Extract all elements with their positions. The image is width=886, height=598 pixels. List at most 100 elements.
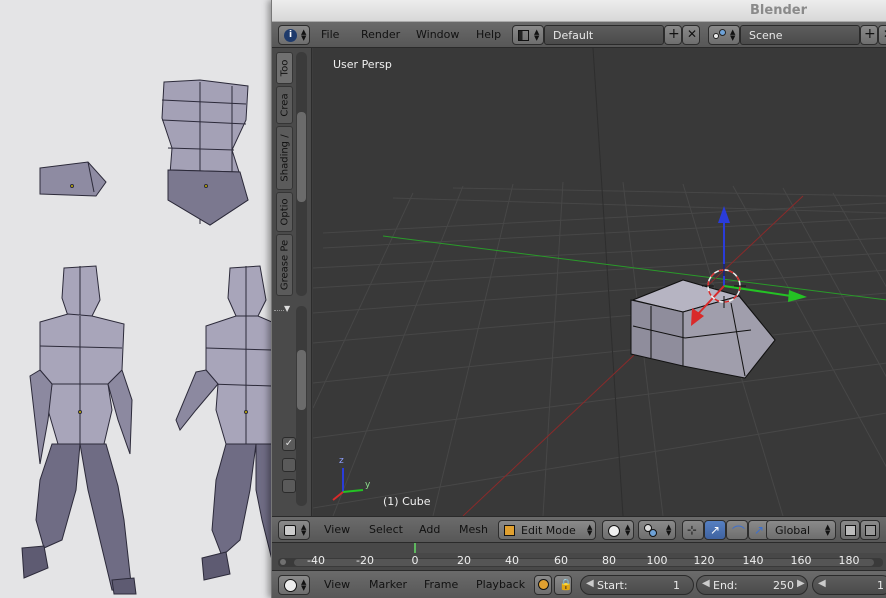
y-axis-line <box>382 235 886 301</box>
timeline-tick: 20 <box>457 554 471 567</box>
timeline-scroll-thumb[interactable] <box>294 559 874 566</box>
lock-icon: 🔒 <box>559 578 573 591</box>
3d-view-icon <box>284 525 296 536</box>
scroll-handle-left[interactable] <box>280 559 286 565</box>
scene-selector[interactable]: ▲ ▼ <box>708 25 740 45</box>
updown-arrows-icon: ▲ ▼ <box>301 523 307 537</box>
menu-select[interactable]: Select <box>369 523 403 536</box>
cube-icon <box>865 525 876 536</box>
decrement-icon: ◀ <box>586 578 594 589</box>
cube-mesh <box>630 279 776 379</box>
screen-layout-selector[interactable]: ▲ ▼ <box>512 25 544 45</box>
tab-tools[interactable]: Too <box>276 52 293 84</box>
viewport-scene <box>313 48 886 516</box>
updown-arrows-icon: ▲ ▼ <box>534 28 540 42</box>
timeline-tick: 180 <box>838 554 860 567</box>
end-label: End: <box>713 579 738 592</box>
keyframe-icon <box>538 579 549 590</box>
window-titlebar[interactable]: Blender <box>272 0 886 22</box>
tab-shading[interactable]: Shading / <box>276 126 293 190</box>
layout-icon <box>518 30 529 41</box>
add-scene-button[interactable]: + <box>860 25 878 45</box>
ref-figure-left <box>21 265 137 595</box>
tab-create[interactable]: Crea <box>276 86 293 124</box>
updown-arrows-icon: ▲ ▼ <box>301 578 307 592</box>
end-value: 250 <box>773 579 794 592</box>
layer-button-2[interactable] <box>860 520 880 540</box>
scale-icon: ↗ <box>754 523 765 537</box>
end-frame-field[interactable]: ◀ End: 250 ▶ <box>696 575 808 595</box>
menu-render[interactable]: Render <box>361 28 400 41</box>
3d-view-header: ▲ ▼ View Select Add Mesh Edit Mode ▲ ▼ ▲ ▼ … <box>272 516 886 542</box>
keying-set-button[interactable] <box>534 575 552 595</box>
tool-shelf-scrollbar-lower[interactable] <box>296 306 307 506</box>
lock-button[interactable]: 🔒 <box>554 575 573 595</box>
layer-button-1[interactable] <box>840 520 860 540</box>
delete-screen-button[interactable]: ✕ <box>682 25 700 45</box>
menu-help[interactable]: Help <box>476 28 501 41</box>
timeline-tick: 60 <box>554 554 568 567</box>
view-name-label: User Persp <box>333 58 392 71</box>
tab-create-label: Crea <box>279 93 290 117</box>
transform-orientation-selector[interactable]: Global ▲ ▼ <box>766 520 836 540</box>
clock-icon <box>284 579 297 592</box>
shading-selector[interactable]: ▲ ▼ <box>602 520 634 540</box>
ref-small-block <box>39 161 107 197</box>
add-screen-button[interactable]: + <box>664 25 682 45</box>
updown-arrows-icon: ▲ ▼ <box>587 523 593 537</box>
scene-field[interactable]: Scene <box>740 25 860 45</box>
menu-window[interactable]: Window <box>416 28 459 41</box>
reference-image-panel <box>0 0 272 598</box>
3d-viewport[interactable]: User Persp z y (1) Cube <box>313 48 886 516</box>
manipulator-toggle[interactable]: ⊹ <box>682 520 704 540</box>
editor-type-button[interactable]: i ▲ ▼ <box>278 25 310 45</box>
window-title: Blender <box>750 3 807 18</box>
collapse-triangle-icon[interactable]: ▼ <box>284 304 290 313</box>
timeline-tick: 0 <box>411 554 419 567</box>
cube-icon <box>845 525 856 536</box>
panel-drag-handle[interactable] <box>274 310 284 311</box>
menu-playback[interactable]: Playback <box>476 578 525 591</box>
editor-type-button-timeline[interactable]: ▲ ▼ <box>278 575 310 595</box>
screen-layout-field[interactable]: Default <box>544 25 664 45</box>
tab-tools-label: Too <box>279 59 290 77</box>
menu-frame[interactable]: Frame <box>424 578 458 591</box>
tool-shelf-scrollbar[interactable] <box>296 52 307 296</box>
mini-axis-y-label: y <box>365 480 371 490</box>
rotate-manipulator-button[interactable]: ⌒ <box>726 520 748 541</box>
scroll-thumb[interactable] <box>297 112 306 202</box>
delete-scene-button[interactable]: ✕ <box>878 25 886 45</box>
mode-selector[interactable]: Edit Mode ▲ ▼ <box>498 520 596 540</box>
editor-type-button-3d[interactable]: ▲ ▼ <box>278 520 310 540</box>
menu-timeline-view[interactable]: View <box>324 578 350 591</box>
menu-view[interactable]: View <box>324 523 350 536</box>
menu-add[interactable]: Add <box>419 523 440 536</box>
tab-grease-pencil[interactable]: Grease Pe <box>276 234 293 296</box>
tab-grease-pencil-label: Grease Pe <box>279 239 290 291</box>
sphere-icon <box>608 525 620 537</box>
start-frame-field[interactable]: ◀ Start: 1 <box>580 575 694 595</box>
tab-options[interactable]: Optio <box>276 192 293 232</box>
current-frame-field[interactable]: ◀ 1 <box>812 575 886 595</box>
mini-axis-z-label: z <box>339 456 344 466</box>
timeline-tick: -20 <box>356 554 374 567</box>
z-grid-line <box>592 48 624 516</box>
checkbox-2[interactable] <box>282 479 296 493</box>
updown-arrows-icon: ▲ ▼ <box>301 28 307 42</box>
scroll-thumb-lower[interactable] <box>297 350 306 410</box>
timeline-tick: 160 <box>790 554 812 567</box>
updown-arrows-icon: ▲ ▼ <box>825 523 831 537</box>
menu-mesh[interactable]: Mesh <box>459 523 488 536</box>
menu-marker[interactable]: Marker <box>369 578 407 591</box>
checkbox-1[interactable] <box>282 458 296 472</box>
timeline[interactable]: -40 -20 0 20 40 60 80 100 120 140 160 18… <box>272 542 886 570</box>
checkbox-checked[interactable]: ✓ <box>282 437 296 451</box>
pivot-selector[interactable]: ▲ ▼ <box>638 520 676 540</box>
plus-icon: + <box>668 26 680 42</box>
menu-file[interactable]: File <box>321 28 339 41</box>
reference-lowpoly-figures <box>21 79 272 595</box>
timeline-tick: 40 <box>505 554 519 567</box>
translate-manipulator-button[interactable]: ↗ <box>704 520 726 540</box>
timeline-tick: 80 <box>602 554 616 567</box>
rotate-icon: ⌒ <box>732 526 746 541</box>
